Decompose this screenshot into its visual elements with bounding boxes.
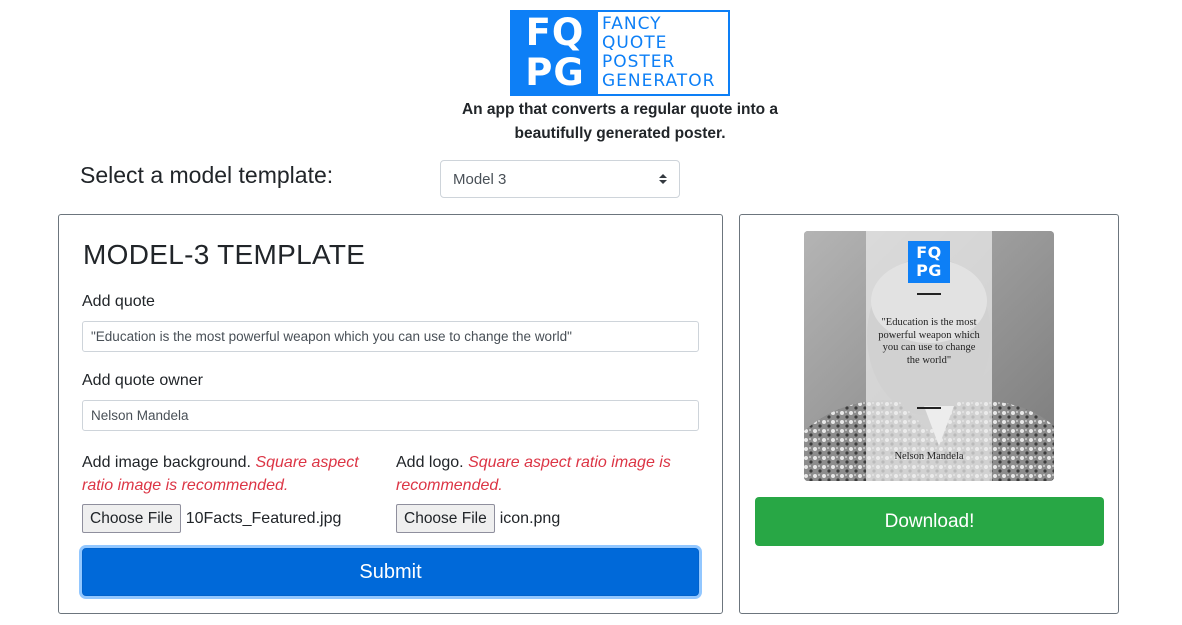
logo-mark: FQ PG — [512, 12, 598, 94]
poster-logo-line1: FQ — [916, 243, 942, 262]
poster-quote: "Education is the most powerful weapon w… — [878, 317, 980, 366]
logo-label-text: Add logo. — [396, 454, 464, 471]
logo-word: GENERATOR — [602, 71, 716, 91]
poster-preview-card: FQ PG "Education is the most powerful we… — [739, 214, 1119, 614]
logo-mark-line2: PG — [525, 51, 585, 94]
background-choose-file-button[interactable]: Choose File — [82, 504, 181, 533]
template-select-label: Select a model template: — [80, 162, 334, 188]
app-tagline: An app that converts a regular quote int… — [461, 101, 779, 142]
background-image-label: Add image background. Square aspect rati… — [82, 451, 372, 497]
logo-word: FANCY — [602, 14, 662, 34]
template-form-card: MODEL-3 TEMPLATE Add quote Add quote own… — [58, 214, 723, 614]
logo-choose-file-button[interactable]: Choose File — [396, 504, 495, 533]
logo-label: Add logo. Square aspect ratio image is r… — [396, 451, 686, 497]
poster-logo: FQ PG — [908, 241, 950, 283]
submit-button[interactable]: Submit — [82, 548, 699, 596]
quote-owner-input[interactable] — [82, 400, 699, 431]
background-image-label-text: Add image background. — [82, 454, 251, 471]
quote-label: Add quote — [82, 293, 155, 310]
quote-owner-label: Add quote owner — [82, 372, 203, 389]
logo-wordmark: FANCY QUOTE POSTER GENERATOR — [598, 12, 728, 94]
poster-quote-owner: Nelson Mandela — [894, 451, 964, 462]
app-logo: FQ PG FANCY QUOTE POSTER GENERATOR — [510, 10, 730, 96]
form-title: MODEL-3 TEMPLATE — [83, 239, 366, 270]
logo-file-picker: Choose File icon.png — [396, 504, 560, 533]
poster-preview-image: FQ PG "Education is the most powerful we… — [804, 231, 1054, 481]
template-select[interactable]: Model 3 — [440, 160, 680, 198]
download-button[interactable]: Download! — [755, 497, 1104, 546]
background-file-picker: Choose File 10Facts_Featured.jpg — [82, 504, 341, 533]
logo-word: QUOTE — [602, 33, 668, 53]
logo-file-name: icon.png — [499, 509, 561, 527]
poster-divider — [917, 293, 941, 295]
poster-logo-line2: PG — [916, 261, 942, 280]
select-arrows-icon — [659, 174, 667, 184]
background-file-name: 10Facts_Featured.jpg — [185, 509, 342, 527]
logo-word: POSTER — [602, 52, 676, 72]
logo-mark-line1: FQ — [525, 11, 585, 54]
quote-input[interactable] — [82, 321, 699, 352]
template-select-value: Model 3 — [453, 170, 507, 188]
poster-divider — [917, 407, 941, 409]
